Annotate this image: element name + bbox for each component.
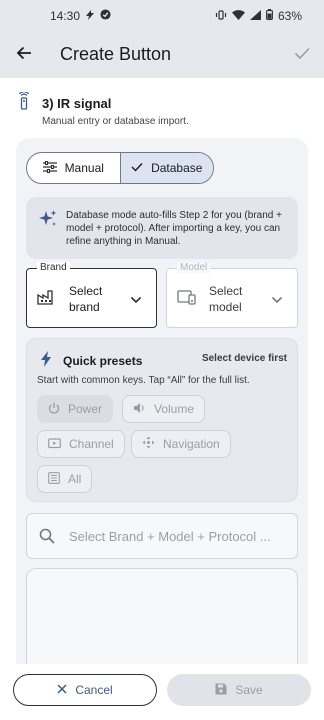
dpad-icon (142, 436, 155, 452)
preset-chip-label: Channel (69, 437, 114, 451)
status-left: 14:30 (50, 9, 111, 23)
mode-toggle: Manual Database (26, 152, 214, 184)
arrow-left-icon (15, 44, 33, 67)
page-title: Create Button (60, 44, 172, 64)
info-text: Database mode auto-fills Step 2 for you … (66, 210, 282, 247)
model-field-label: Model (177, 262, 211, 273)
section-title: 3) IR signal (42, 96, 112, 111)
search-icon (39, 528, 55, 549)
confirm-button[interactable] (290, 43, 314, 67)
quick-presets-hint: Start with common keys. Tap “All” for th… (37, 375, 250, 386)
preset-chip-label: All (68, 472, 82, 486)
preset-chip-label: Navigation (163, 437, 220, 451)
preset-chip-all[interactable]: All (37, 465, 93, 493)
preset-chip-label: Volume (154, 402, 195, 416)
mode-manual-label: Manual (64, 161, 104, 175)
cancel-label: Cancel (75, 683, 113, 697)
quick-presets-header: Quick presets (41, 351, 142, 370)
preset-chip-volume[interactable]: Volume (122, 395, 206, 423)
mode-manual-option[interactable]: Manual (27, 153, 120, 183)
section-subtitle: Manual entry or database import. (42, 116, 189, 127)
results-area (26, 568, 298, 678)
status-bar: 14:30 63% (0, 0, 324, 32)
volume-icon (133, 402, 146, 417)
section-header: 3) IR signal (18, 91, 112, 115)
status-right: 63% (215, 9, 302, 23)
power-icon (48, 402, 60, 417)
close-icon (57, 683, 67, 697)
quick-presets-title: Quick presets (63, 353, 143, 368)
database-info-box: Database mode auto-fills Step 2 for you … (26, 197, 298, 259)
chevron-down-icon (271, 291, 283, 309)
sliders-icon (42, 160, 57, 176)
quick-presets-status: Select device first (201, 353, 287, 364)
model-dropdown[interactable]: Model Select model (166, 262, 298, 328)
sparkle-icon (38, 209, 58, 234)
mode-database-option[interactable]: Database (119, 153, 213, 183)
preset-chip-power[interactable]: Power (37, 395, 114, 423)
preset-chip-navigation[interactable]: Navigation (131, 430, 231, 458)
save-icon (215, 683, 227, 698)
brand-dropdown[interactable]: Brand Select brand (26, 262, 157, 328)
back-button[interactable] (12, 43, 36, 67)
wifi-icon (231, 9, 245, 23)
top-app-bar: Create Button (0, 32, 324, 78)
check-icon (131, 161, 143, 175)
save-button[interactable]: Save (167, 674, 311, 706)
check-icon (293, 44, 311, 67)
brand-field-value: Select brand (69, 284, 103, 314)
save-label: Save (235, 683, 263, 697)
bolt-icon (41, 351, 51, 370)
preset-chip-label: Power (68, 402, 103, 416)
factory-icon (37, 289, 55, 310)
chevron-down-icon (130, 291, 142, 309)
brand-field-label: Brand (37, 262, 70, 273)
preset-chip-channel[interactable]: Channel (37, 430, 125, 458)
bolt-icon (86, 9, 95, 23)
cancel-button[interactable]: Cancel (13, 674, 157, 706)
vibrate-icon (215, 9, 227, 23)
bottom-action-bar: Cancel Save (0, 664, 324, 720)
status-time: 14:30 (50, 9, 81, 23)
devices-icon (177, 289, 197, 310)
signal-icon (249, 9, 261, 23)
remote-icon (18, 91, 30, 115)
model-field-value: Select model (209, 284, 243, 314)
quick-presets-panel: Quick presets Select device first Start … (26, 338, 298, 502)
code-search-field[interactable]: Select Brand + Model + Protocol ... (26, 513, 298, 559)
battery-percent: 63% (277, 9, 302, 23)
list-icon (48, 471, 60, 487)
mode-database-label: Database (151, 161, 203, 175)
search-placeholder: Select Brand + Model + Protocol ... (69, 529, 271, 544)
sync-icon (100, 9, 111, 23)
tv-icon (48, 437, 61, 452)
battery-icon (266, 9, 273, 23)
